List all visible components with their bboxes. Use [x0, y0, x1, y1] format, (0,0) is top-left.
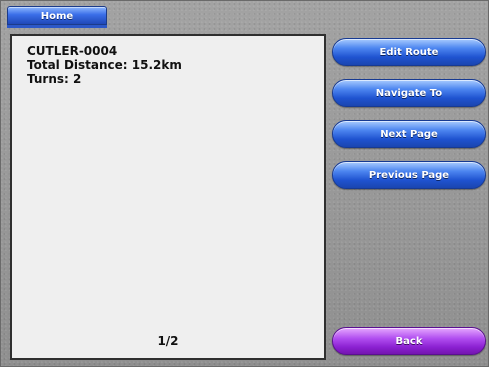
route-total-distance: Total Distance: 15.2km [27, 58, 182, 72]
navigate-to-button[interactable]: Navigate To [332, 79, 486, 107]
route-details-panel: CUTLER-0004 Total Distance: 15.2km Turns… [10, 34, 326, 360]
next-page-button[interactable]: Next Page [332, 120, 486, 148]
route-turns: Turns: 2 [27, 72, 82, 86]
back-button[interactable]: Back [332, 327, 486, 355]
tab-home[interactable]: Home [7, 6, 107, 25]
previous-page-button[interactable]: Previous Page [332, 161, 486, 189]
route-name: CUTLER-0004 [27, 44, 118, 58]
edit-route-button[interactable]: Edit Route [332, 38, 486, 66]
tab-home-underline [7, 25, 107, 28]
page-indicator: 1/2 [157, 334, 179, 348]
device-screen: Home CUTLER-0004 Total Distance: 15.2km … [0, 0, 489, 367]
